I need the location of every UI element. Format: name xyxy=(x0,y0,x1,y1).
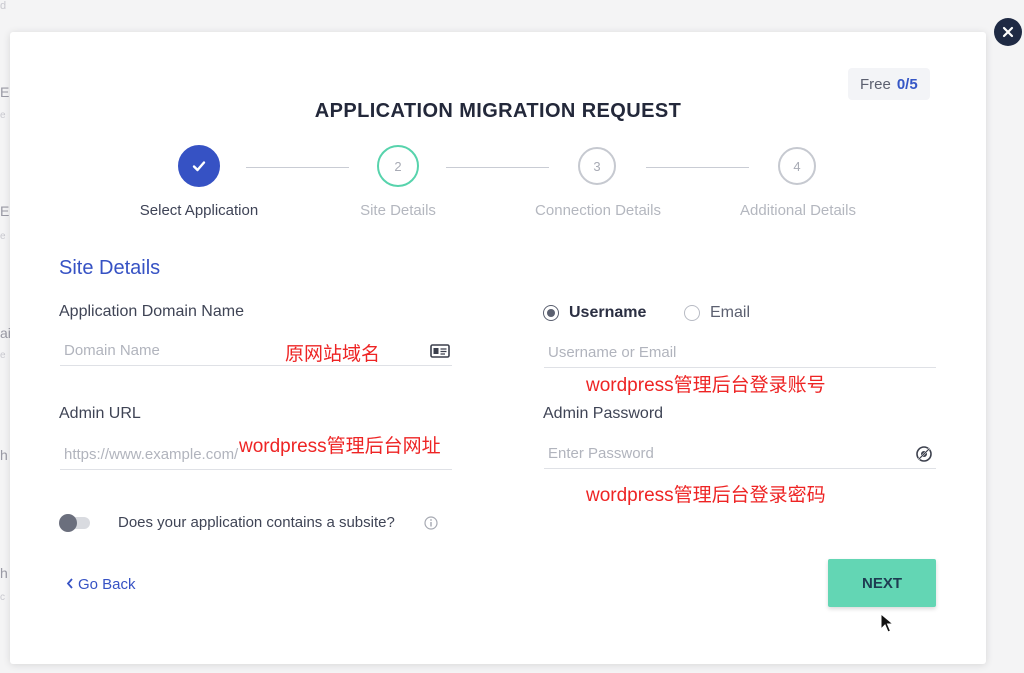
admin-password-label: Admin Password xyxy=(543,405,664,422)
info-icon[interactable] xyxy=(424,516,438,530)
password-input[interactable] xyxy=(544,439,936,469)
checkmark-icon xyxy=(192,161,206,172)
radio-username-label: Username xyxy=(569,304,647,321)
subsite-question: Does your application contains a subsite… xyxy=(118,514,395,531)
background-text-fragment: c xyxy=(0,592,5,603)
step-4-label: Additional Details xyxy=(740,202,856,219)
radio-unchecked-icon xyxy=(684,305,700,321)
annotation-admin-url: wordpress管理后台网址 xyxy=(239,436,441,457)
step-connector xyxy=(246,167,349,168)
toggle-knob xyxy=(59,514,77,532)
background-text-fragment: d xyxy=(0,0,7,12)
radio-email-label: Email xyxy=(710,304,751,321)
chevron-left-icon xyxy=(66,578,73,589)
background-text-fragment: E xyxy=(0,203,10,219)
radio-checked-icon xyxy=(543,305,559,321)
background-text-fragment: h xyxy=(0,565,8,581)
go-back-label: Go Back xyxy=(78,576,136,593)
annotation-username: wordpress管理后台登录账号 xyxy=(586,375,826,396)
close-button[interactable] xyxy=(994,18,1022,46)
plan-count: 0/5 xyxy=(896,75,918,93)
mouse-pointer-icon xyxy=(880,613,894,633)
step-3-label: Connection Details xyxy=(535,202,661,219)
step-4-circle: 4 xyxy=(778,147,816,185)
step-1-label: Select Application xyxy=(139,202,259,219)
eye-icon[interactable] xyxy=(915,445,933,463)
go-back-link[interactable]: Go Back xyxy=(66,576,136,593)
modal-title: APPLICATION MIGRATION REQUEST xyxy=(314,100,682,122)
step-connector xyxy=(446,167,549,168)
annotation-domain: 原网站域名 xyxy=(285,344,381,365)
plan-badge: Free 0/5 xyxy=(848,68,930,100)
background-text-fragment: e xyxy=(0,231,6,242)
background-text-fragment: e xyxy=(0,350,6,361)
close-icon xyxy=(1002,26,1014,38)
subsite-toggle[interactable] xyxy=(59,514,90,532)
username-input[interactable] xyxy=(544,338,936,368)
step-connector xyxy=(646,167,749,168)
step-3-circle: 3 xyxy=(578,147,616,185)
background-text-fragment: h xyxy=(0,447,8,463)
annotation-password: wordpress管理后台登录密码 xyxy=(586,485,826,506)
next-button[interactable]: NEXT xyxy=(828,559,936,607)
domain-label: Application Domain Name xyxy=(59,303,244,320)
admin-url-label: Admin URL xyxy=(59,405,141,422)
background-text-fragment: e xyxy=(0,110,6,121)
step-2-label: Site Details xyxy=(360,202,436,219)
migration-modal: Free 0/5 APPLICATION MIGRATION REQUEST 2… xyxy=(10,32,986,664)
step-number: 4 xyxy=(793,158,801,174)
background-text-fragment: E xyxy=(0,84,10,100)
step-number: 3 xyxy=(593,158,601,174)
radio-username[interactable]: Username xyxy=(543,304,646,322)
domain-input[interactable] xyxy=(60,336,452,366)
step-2-circle: 2 xyxy=(377,145,419,187)
radio-email[interactable]: Email xyxy=(684,304,750,322)
step-1-circle xyxy=(178,145,220,187)
plan-label: Free xyxy=(860,75,891,93)
section-title: Site Details xyxy=(59,257,161,279)
step-number: 2 xyxy=(394,158,402,174)
id-card-icon[interactable] xyxy=(430,343,450,359)
